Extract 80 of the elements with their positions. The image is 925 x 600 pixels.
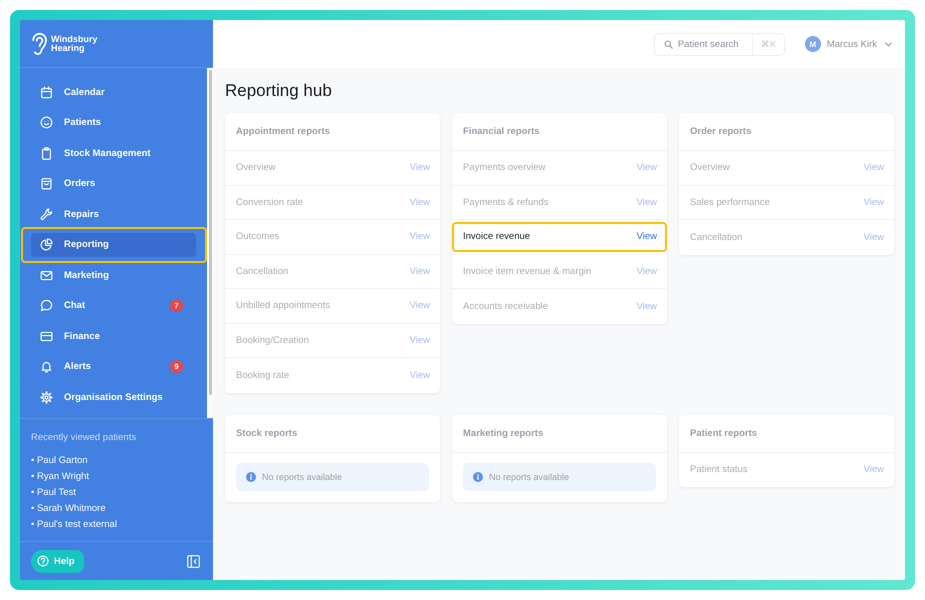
shopping-bag-icon (40, 177, 53, 190)
recent-patient-link[interactable]: • Ryan Wright (31, 470, 90, 482)
nav-item[interactable]: Orders (31, 172, 196, 196)
report-name: Cancellation (236, 266, 288, 277)
report-name: Patient status (690, 464, 748, 476)
card-title: Patient reports (690, 428, 758, 438)
recent-patient-link[interactable]: • Paul's test external (31, 518, 117, 530)
report-name: Overview (236, 162, 276, 174)
view-link[interactable]: View (410, 231, 430, 242)
brand-name: Windsbury Hearing (51, 35, 98, 53)
nav-item[interactable]: Reporting (31, 232, 196, 256)
page-title: Reporting hub (225, 81, 333, 101)
report-name: Booking/Creation (236, 334, 309, 346)
card-title: Appointment reports (236, 126, 330, 137)
scrollbar[interactable] (207, 68, 213, 418)
help-icon (37, 555, 49, 567)
smiley-icon (40, 116, 53, 129)
clipboard-icon (40, 146, 53, 160)
view-link[interactable]: View (864, 162, 884, 174)
info-icon (473, 472, 483, 482)
notice-text: No reports available (489, 472, 570, 482)
report-name: Cancellation (690, 232, 742, 243)
view-link[interactable]: View (864, 464, 884, 476)
nav-item[interactable]: Finance (31, 324, 196, 348)
report-name: Outcomes (236, 231, 280, 242)
view-link[interactable]: View (410, 370, 430, 381)
user-name[interactable]: Marcus Kirk (826, 38, 877, 50)
card-title: Financial reports (463, 126, 540, 137)
view-link[interactable]: View (410, 196, 430, 208)
recent-patient-link[interactable]: • Paul Garton (31, 454, 88, 466)
envelope-icon (40, 268, 53, 282)
section-heading: Recently viewed patients (31, 432, 138, 444)
report-name: Payments overview (463, 162, 546, 174)
user-avatar[interactable]: M (804, 36, 821, 52)
nav-item[interactable]: Calendar (31, 80, 196, 104)
view-link[interactable]: View (636, 300, 657, 312)
notice-text: No reports available (262, 472, 342, 482)
view-link[interactable]: View (410, 162, 430, 174)
pie-chart-icon (40, 238, 53, 251)
view-link[interactable]: View (410, 300, 430, 312)
shortcut-hint: ⌘K (752, 34, 784, 54)
help-button[interactable]: Help (31, 550, 84, 572)
view-link[interactable]: View (636, 266, 657, 277)
report-name: Accounts receivable (463, 300, 548, 312)
settings-icon (40, 390, 53, 404)
search-icon (664, 40, 673, 48)
recent-patient-link[interactable]: • Paul Test (31, 486, 76, 498)
report-name: Overview (690, 162, 730, 174)
view-link[interactable]: View (636, 231, 657, 242)
nav-item[interactable]: Repairs (31, 202, 196, 226)
nav-item[interactable]: Marketing (31, 263, 196, 287)
credit-card-icon (40, 330, 53, 342)
calendar-icon (40, 86, 53, 98)
nav-item[interactable]: Stock Management (31, 141, 196, 165)
report-name: Booking rate (236, 370, 290, 381)
collapse-sidebar-icon[interactable] (187, 554, 200, 568)
view-link[interactable]: View (636, 162, 657, 174)
nav-item[interactable]: Organisation Settings (31, 385, 196, 409)
card-title: Order reports (690, 126, 752, 137)
recent-patient-link[interactable]: • Sarah Whitmore (31, 502, 106, 514)
card-title: Marketing reports (463, 428, 544, 438)
report-name: Sales performance (690, 196, 770, 208)
view-link[interactable]: View (864, 196, 884, 208)
view-link[interactable]: View (636, 196, 657, 208)
nav-item[interactable]: Patients (31, 110, 196, 134)
card-title: Stock reports (236, 428, 298, 438)
speech-bubble-icon (40, 299, 53, 312)
chevron-down-icon[interactable] (884, 40, 893, 48)
view-link[interactable]: View (864, 232, 884, 243)
report-name: Conversion rate (236, 196, 304, 208)
view-link[interactable]: View (410, 334, 430, 346)
report-name: Invoice revenue (463, 231, 530, 242)
report-name: Payments & refunds (463, 196, 549, 208)
ear-logo-icon (31, 31, 48, 56)
wrench-icon (40, 208, 53, 220)
view-link[interactable]: View (410, 266, 430, 277)
info-icon (246, 472, 256, 482)
report-name: Unbilled appointments (236, 300, 330, 312)
report-name: Invoice item revenue & margin (463, 266, 592, 277)
bell-icon (40, 360, 53, 373)
